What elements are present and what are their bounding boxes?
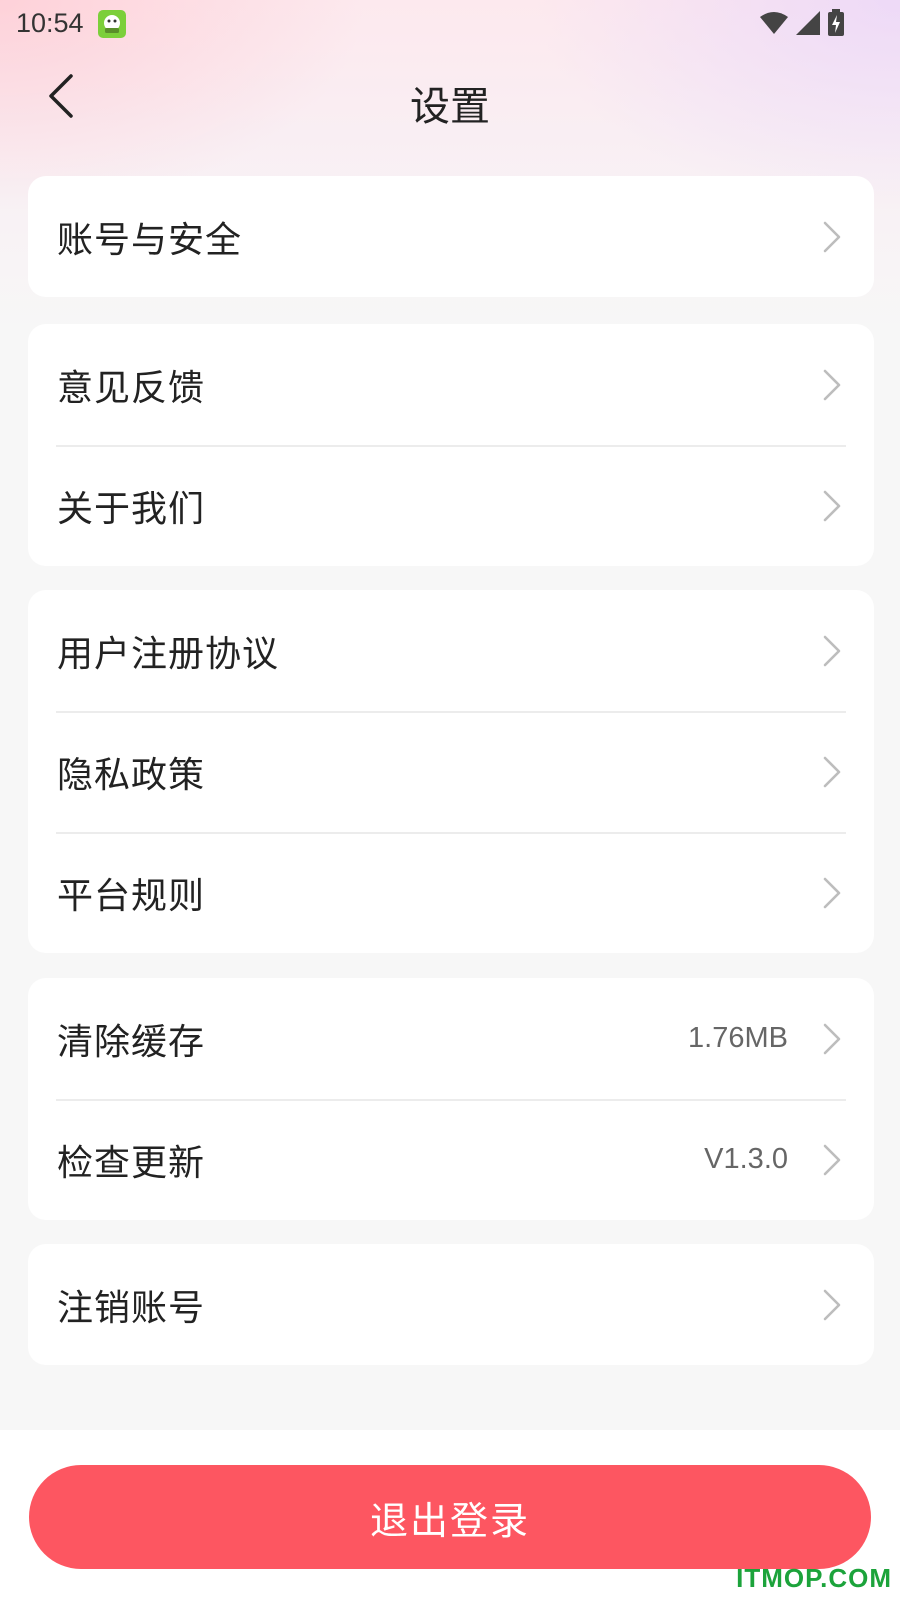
version-value: V1.3.0 bbox=[704, 1143, 788, 1175]
wifi-icon bbox=[759, 10, 789, 40]
chevron-right-icon bbox=[820, 367, 844, 403]
settings-item-about-us[interactable]: 关于我们 bbox=[28, 445, 874, 566]
settings-item-label: 用户注册协议 bbox=[57, 633, 280, 675]
chevron-right-icon bbox=[820, 754, 844, 790]
settings-item-label: 检查更新 bbox=[57, 1142, 206, 1184]
app-header: 设置 bbox=[0, 60, 900, 140]
settings-item-clear-cache[interactable]: 清除缓存 1.76MB bbox=[28, 978, 874, 1099]
settings-item-label: 清除缓存 bbox=[57, 1021, 206, 1063]
app-notification-icon bbox=[98, 10, 126, 38]
watermark: ITMOP.COM bbox=[736, 1563, 892, 1593]
settings-item-label: 关于我们 bbox=[57, 488, 206, 530]
cache-size-value: 1.76MB bbox=[688, 1022, 788, 1054]
status-time: 10:54 bbox=[16, 8, 84, 38]
chevron-right-icon bbox=[820, 219, 844, 255]
settings-item-account-security[interactable]: 账号与安全 bbox=[28, 176, 874, 297]
logout-button[interactable]: 退出登录 bbox=[29, 1465, 871, 1569]
page-title: 设置 bbox=[410, 84, 490, 130]
status-icons bbox=[759, 9, 845, 41]
chevron-right-icon bbox=[820, 875, 844, 911]
settings-item-label: 账号与安全 bbox=[57, 219, 243, 261]
settings-item-label: 平台规则 bbox=[57, 875, 206, 917]
settings-group-support: 意见反馈 关于我们 bbox=[28, 324, 874, 566]
settings-item-check-update[interactable]: 检查更新 V1.3.0 bbox=[28, 1099, 874, 1220]
settings-item-feedback[interactable]: 意见反馈 bbox=[28, 324, 874, 445]
settings-group-account: 账号与安全 bbox=[28, 176, 874, 297]
chevron-right-icon bbox=[820, 1021, 844, 1057]
chevron-right-icon bbox=[820, 633, 844, 669]
settings-group-deactivate: 注销账号 bbox=[28, 1244, 874, 1365]
settings-item-privacy-policy[interactable]: 隐私政策 bbox=[28, 711, 874, 832]
cellular-signal-icon bbox=[795, 10, 821, 40]
chevron-right-icon bbox=[820, 488, 844, 524]
settings-group-legal: 用户注册协议 隐私政策 平台规则 bbox=[28, 590, 874, 953]
settings-item-label: 注销账号 bbox=[57, 1287, 206, 1329]
settings-item-label: 隐私政策 bbox=[57, 754, 206, 796]
chevron-right-icon bbox=[820, 1142, 844, 1178]
settings-item-user-agreement[interactable]: 用户注册协议 bbox=[28, 590, 874, 711]
settings-item-label: 意见反馈 bbox=[57, 367, 206, 409]
battery-charging-icon bbox=[827, 9, 845, 41]
chevron-right-icon bbox=[820, 1287, 844, 1323]
settings-item-deactivate-account[interactable]: 注销账号 bbox=[28, 1244, 874, 1365]
status-bar: 10:54 bbox=[0, 0, 900, 50]
settings-group-app: 清除缓存 1.76MB 检查更新 V1.3.0 bbox=[28, 978, 874, 1220]
settings-item-platform-rules[interactable]: 平台规则 bbox=[28, 832, 874, 953]
